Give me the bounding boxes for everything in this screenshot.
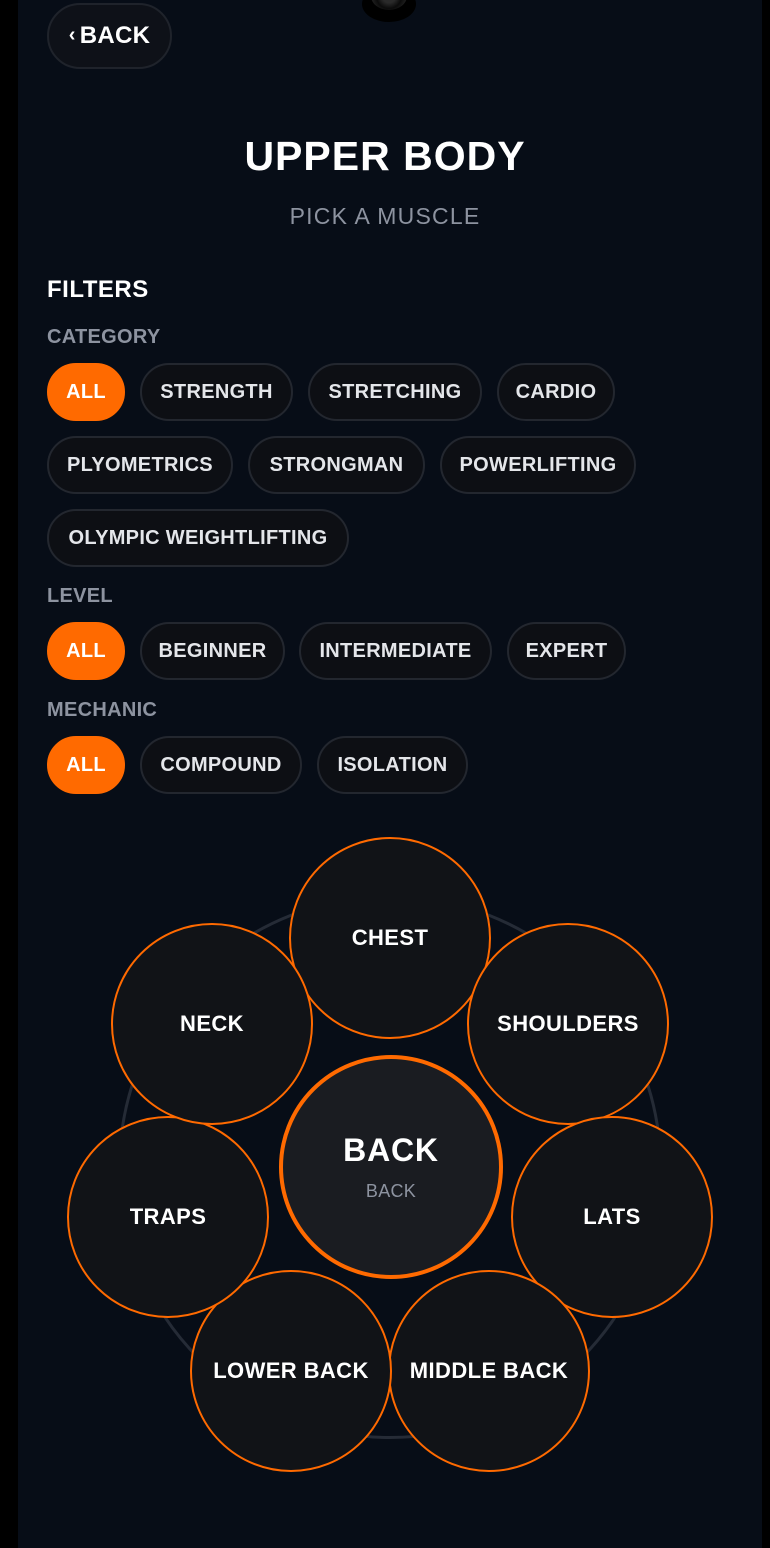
camera-lens-icon [371, 0, 407, 10]
page-title: UPPER BODY [244, 133, 526, 179]
chevron-left-icon: ‹ [68, 24, 76, 46]
mechanic-chip-compound[interactable]: COMPOUND [140, 736, 302, 794]
mechanic-chip-isolation[interactable]: ISOLATION [317, 736, 468, 794]
muscle-traps[interactable]: TRAPS [67, 1116, 269, 1318]
selected-muscle-title: BACK [343, 1132, 439, 1168]
category-chip-strongman[interactable]: STRONGMAN [248, 436, 425, 494]
category-chip-plyometrics[interactable]: PLYOMETRICS [47, 436, 233, 494]
level-chip-beginner[interactable]: BEGINNER [140, 622, 285, 680]
category-chip-stretching[interactable]: STRETCHING [308, 363, 482, 421]
muscle-shoulders[interactable]: SHOULDERS [467, 923, 669, 1125]
category-chip-all[interactable]: ALL [47, 363, 125, 421]
selected-muscle-subtitle: BACK [365, 1181, 417, 1201]
muscle-middle-back[interactable]: MIDDLE BACK [388, 1270, 590, 1472]
back-button[interactable]: ‹ BACK [47, 3, 172, 69]
back-button-label: BACK [79, 22, 151, 49]
muscle-chest[interactable]: CHEST [289, 837, 491, 1039]
category-chip-olympic-weightlifting[interactable]: OLYMPIC WEIGHTLIFTING [47, 509, 349, 567]
mechanic-label: MECHANIC [47, 699, 158, 721]
filters-heading: FILTERS [47, 276, 149, 303]
category-chip-cardio[interactable]: CARDIO [497, 363, 615, 421]
mechanic-chip-all[interactable]: ALL [47, 736, 125, 794]
category-label: CATEGORY [47, 326, 161, 348]
level-chip-intermediate[interactable]: INTERMEDIATE [299, 622, 492, 680]
category-chip-powerlifting[interactable]: POWERLIFTING [440, 436, 636, 494]
level-chip-all[interactable]: ALL [47, 622, 125, 680]
selected-muscle-group[interactable]: BACK BACK [279, 1055, 503, 1279]
level-chip-expert[interactable]: EXPERT [507, 622, 626, 680]
muscle-neck[interactable]: NECK [111, 923, 313, 1125]
page-subtitle: PICK A MUSCLE [289, 203, 481, 229]
category-chip-strength[interactable]: STRENGTH [140, 363, 293, 421]
level-label: LEVEL [47, 585, 113, 607]
